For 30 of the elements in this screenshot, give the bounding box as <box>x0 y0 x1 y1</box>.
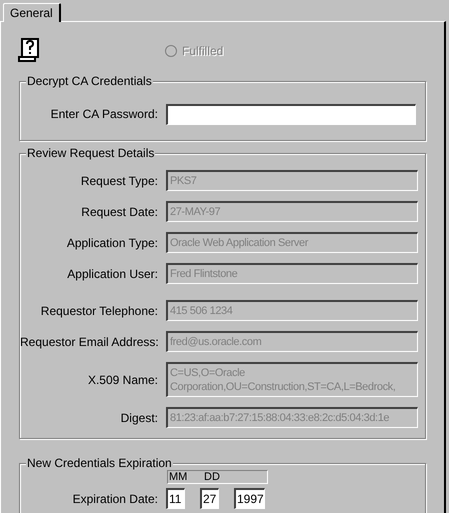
field-label: Application Type: <box>66 234 158 252</box>
field-label: Requestor Email Address: <box>20 334 158 350</box>
read-only-field[interactable]: Fred Flintstone <box>166 263 418 284</box>
tab[interactable]: General <box>3 3 61 22</box>
radio-label: Fulfilled <box>182 43 224 60</box>
read-only-field[interactable]: Oracle Web Application Server <box>166 232 418 253</box>
group-title: New Credentials Expiration <box>26 456 173 470</box>
field-label: Enter CA Password: <box>50 106 158 123</box>
group-title: Review Request Details <box>26 146 156 160</box>
month-field[interactable]: 11 <box>166 488 185 509</box>
read-only-field[interactable]: C=US,O=Oracle Corporation,OU=Construction,ST=CA,L=Bedrock, <box>166 362 418 397</box>
read-only-field[interactable]: 81:23:af:aa:b7:27:15:88:04:33:e8:2c:d5:04:3d:1e <box>166 407 418 428</box>
field-label: X.509 Name: <box>86 372 158 388</box>
password-field[interactable] <box>166 104 416 124</box>
read-only-field[interactable]: 27-MAY-97 <box>166 201 418 222</box>
field-label: Requestor Telephone: <box>40 302 158 320</box>
read-only-field[interactable]: PKS7 <box>166 170 418 191</box>
field-label: Request Date: <box>80 204 158 220</box>
column-header: DD <box>204 471 220 483</box>
read-only-field[interactable]: fred@us.oracle.com <box>166 331 418 352</box>
read-only-field[interactable]: 415 506 1234 <box>166 300 418 321</box>
field-label: Digest: <box>120 410 158 426</box>
field-label: Application User: <box>66 266 158 282</box>
year-field[interactable]: 1997 <box>234 488 265 509</box>
day-field[interactable]: 27 <box>200 488 219 509</box>
field-label: Expiration Date: <box>72 490 158 508</box>
group-title: Decrypt CA Credentials <box>26 74 153 88</box>
field-label: Request Type: <box>80 172 158 190</box>
help-scroll-icon <box>17 37 41 63</box>
column-header: MM <box>169 471 188 483</box>
